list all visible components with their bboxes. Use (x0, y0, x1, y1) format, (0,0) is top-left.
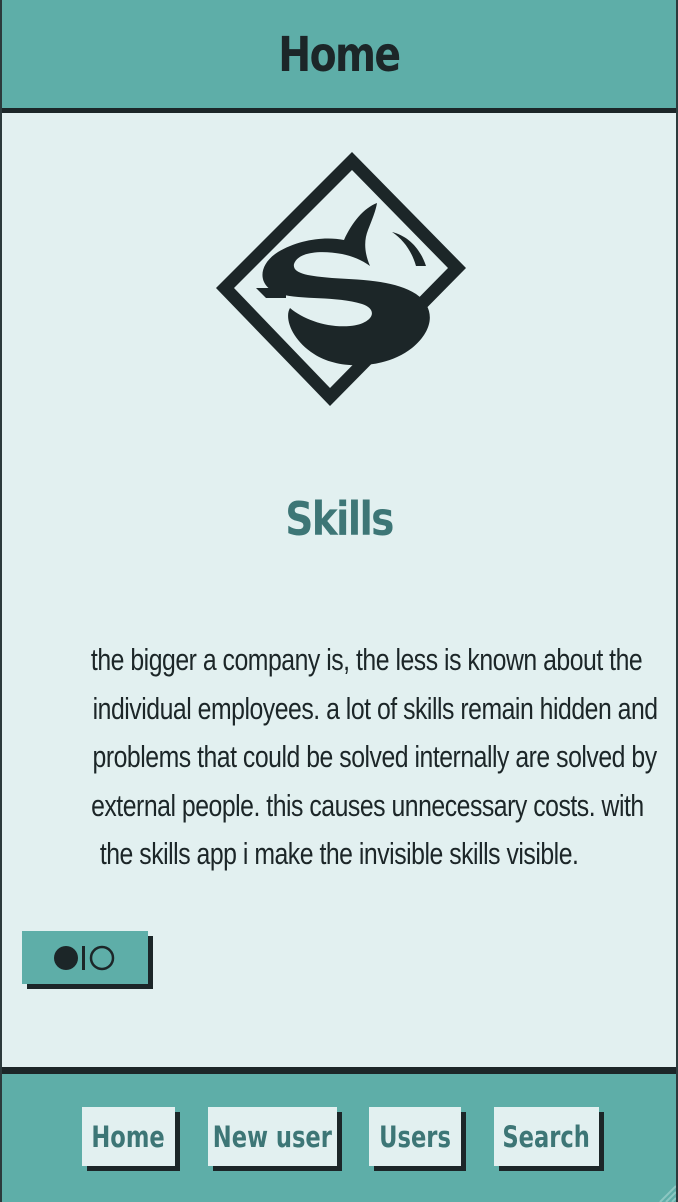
page-title: Home (278, 27, 401, 83)
nav-home-label: Home (91, 1119, 166, 1154)
nav-users-label: Users (379, 1119, 451, 1154)
description-line: external people. this causes unnecessary… (91, 787, 644, 823)
app-window: Home Skills the bigger a company is, the… (0, 0, 678, 1202)
app-description: the bigger a company is, the less is kno… (22, 636, 658, 879)
description-line: the skills app i make the invisible skil… (99, 836, 579, 871)
description-line: the bigger a company is, the less is kno… (90, 642, 643, 677)
description-line: individual employees. a lot of skills re… (92, 690, 658, 726)
toggle-switch-icon (54, 945, 115, 970)
theme-toggle-button[interactable] (22, 931, 148, 984)
app-title: Skills (285, 492, 394, 546)
nav-search-label: Search (502, 1119, 591, 1154)
bottom-navigation: Home New user Users Search (2, 1067, 676, 1202)
nav-search-button[interactable]: Search (494, 1107, 599, 1166)
description-line: problems that could be solved internally… (92, 739, 658, 774)
nav-home-button[interactable]: Home (82, 1107, 175, 1166)
nav-new-user-label: New user (212, 1119, 333, 1154)
page-header: Home (2, 0, 676, 113)
nav-users-button[interactable]: Users (369, 1107, 461, 1166)
skills-logo-icon (216, 152, 466, 406)
nav-new-user-button[interactable]: New user (208, 1107, 337, 1166)
resize-grip-icon[interactable] (654, 1180, 676, 1202)
